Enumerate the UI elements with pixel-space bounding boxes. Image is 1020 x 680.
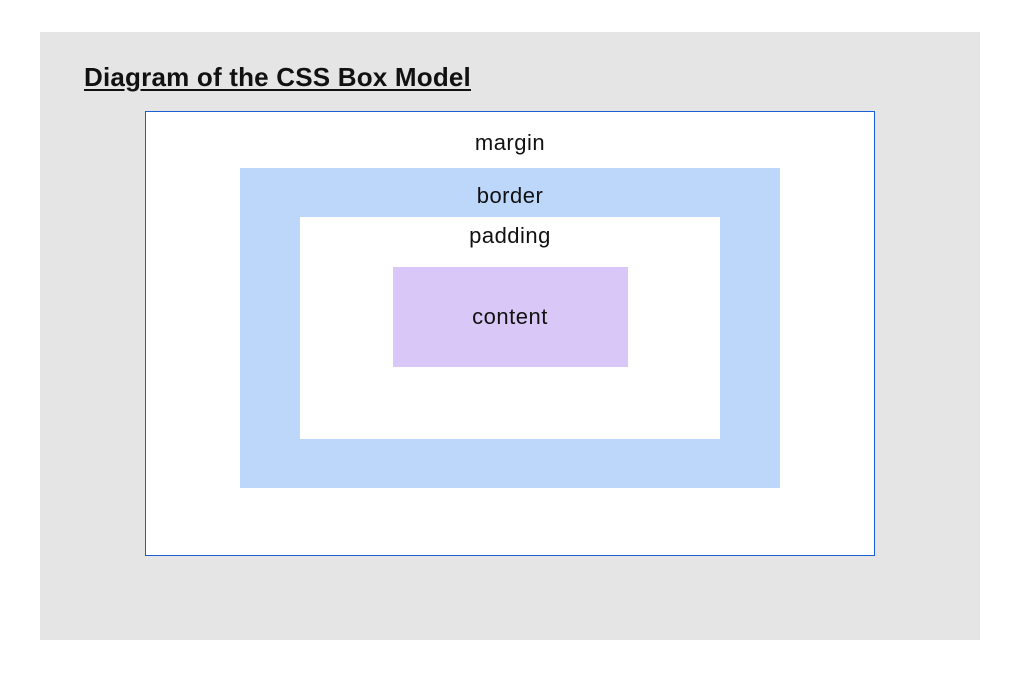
border-label: border [240, 183, 780, 209]
diagram-panel: Diagram of the CSS Box Model margin bord… [40, 32, 980, 640]
content-layer: content [393, 267, 628, 367]
margin-label: margin [146, 130, 874, 156]
border-layer: border padding content [240, 168, 780, 488]
diagram-title: Diagram of the CSS Box Model [84, 62, 936, 93]
margin-layer: margin border padding content [145, 111, 875, 556]
padding-label: padding [300, 223, 720, 249]
content-label: content [472, 304, 548, 330]
padding-layer: padding content [300, 217, 720, 439]
diagram-container: margin border padding content [84, 111, 936, 556]
